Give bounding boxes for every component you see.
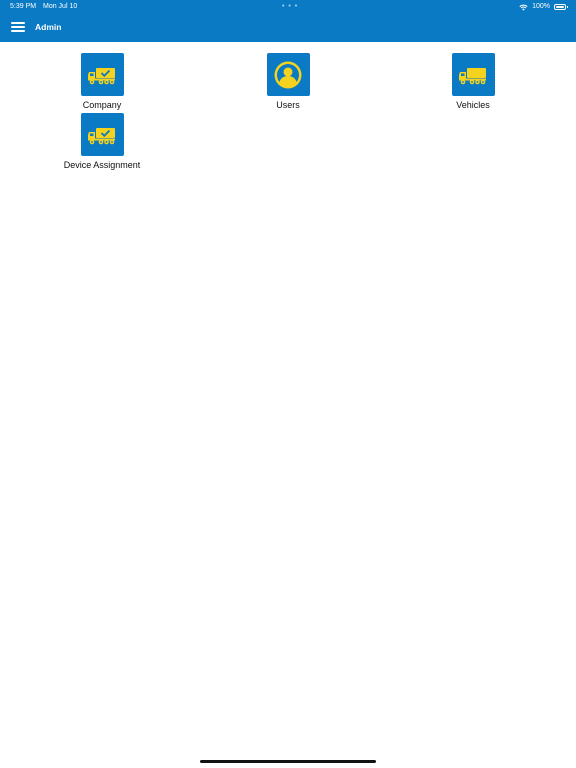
tile-company[interactable]: Company: [42, 53, 162, 110]
top-bar: 5:39 PM Mon Jul 10 • • • 100% Admin: [0, 0, 576, 42]
battery-percent: 100%: [532, 3, 550, 10]
hamburger-icon[interactable]: [11, 22, 25, 32]
tile-vehicles-box[interactable]: [451, 53, 495, 96]
tile-users[interactable]: Users: [228, 53, 348, 110]
tile-users-label: Users: [276, 100, 300, 110]
status-date: Mon Jul 10: [43, 3, 78, 10]
multitasking-dots: • • •: [282, 3, 299, 10]
tile-device-assignment[interactable]: Device Assignment: [42, 113, 162, 170]
truck-check-icon: [88, 127, 115, 144]
tile-users-box[interactable]: [266, 53, 310, 96]
tile-company-box[interactable]: [80, 53, 124, 96]
truck-check-icon: [88, 67, 115, 84]
tile-vehicles[interactable]: Vehicles: [413, 53, 533, 110]
status-right: 100%: [519, 0, 568, 14]
tile-device-assignment-box[interactable]: [80, 113, 124, 156]
page-title: Admin: [35, 22, 62, 32]
wifi-icon: [519, 4, 528, 11]
tile-vehicles-label: Vehicles: [456, 100, 490, 110]
nav-row: Admin: [0, 14, 576, 42]
truck-icon: [459, 67, 486, 84]
home-indicator[interactable]: [200, 760, 376, 763]
status-bar: 5:39 PM Mon Jul 10 • • • 100%: [0, 0, 576, 14]
status-time: 5:39 PM: [10, 3, 37, 10]
tile-device-assignment-label: Device Assignment: [63, 160, 141, 170]
user-avatar-icon: [274, 61, 302, 88]
battery-icon: [554, 4, 568, 10]
tile-company-label: Company: [82, 100, 122, 110]
